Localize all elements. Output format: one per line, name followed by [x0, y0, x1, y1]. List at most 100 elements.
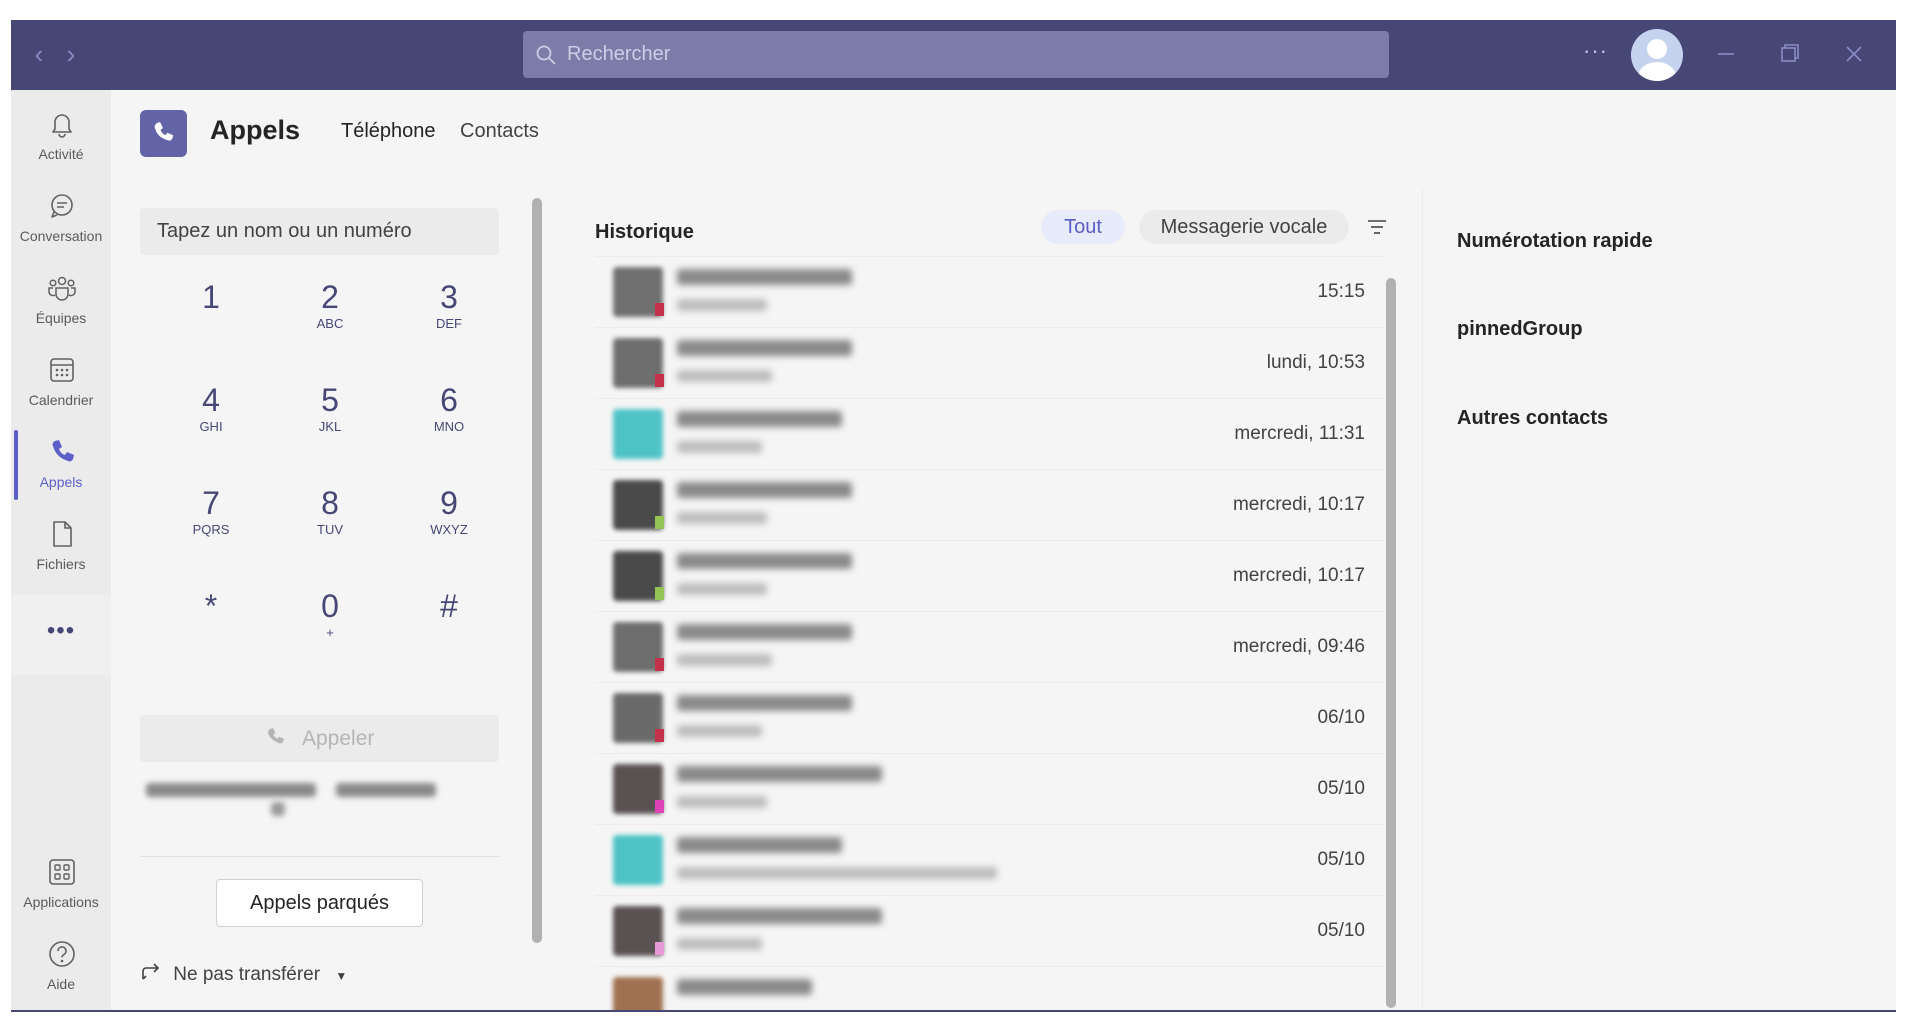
history-row[interactable]: 05/10	[595, 753, 1385, 824]
dial-input[interactable]: Tapez un nom ou un numéro	[140, 208, 499, 255]
rail-label: Conversation	[19, 228, 103, 244]
dial-key-8[interactable]: 8 TUV	[280, 484, 380, 564]
teams-icon	[48, 276, 76, 301]
filter-icon[interactable]	[1366, 216, 1388, 238]
filter-voicemail-pill[interactable]: Messagerie vocale	[1139, 210, 1349, 244]
rail-label: Calendrier	[28, 392, 94, 408]
history-row[interactable]: 05/10	[595, 824, 1385, 895]
tab-telephone[interactable]: Téléphone	[341, 120, 436, 143]
filter-all-pill[interactable]: Tout	[1041, 210, 1125, 244]
rail-item-applications[interactable]: Applications	[11, 846, 111, 926]
dial-key-2[interactable]: 2 ABC	[280, 278, 380, 358]
key-letters: GHI	[199, 419, 223, 434]
dial-key-5[interactable]: 5 JKL	[280, 381, 380, 461]
teams-window: ‹ › Rechercher ··· Activité Conversation…	[11, 20, 1896, 1012]
contact-name-redacted	[677, 695, 852, 711]
key-digit: 8	[321, 485, 339, 521]
call-time: 05/10	[1317, 920, 1365, 941]
history-row[interactable]: mercredi, 10:17	[595, 540, 1385, 611]
rail-item-activite[interactable]: Activité	[11, 98, 111, 178]
rail-item-equipes[interactable]: Équipes	[11, 262, 111, 342]
rail-label: Appels	[39, 474, 83, 490]
rail-item-aide[interactable]: Aide	[11, 928, 111, 1008]
history-row[interactable]: mercredi, 09:46	[595, 611, 1385, 682]
other-contacts-heading[interactable]: Autres contacts	[1457, 407, 1608, 430]
parked-calls-button[interactable]: Appels parqués	[216, 879, 423, 927]
key-digit: 4	[202, 382, 220, 418]
contact-detail-redacted	[677, 867, 997, 879]
dial-key-6[interactable]: 6 MNO	[399, 381, 499, 461]
contact-detail-redacted	[677, 299, 767, 311]
contact-detail-redacted	[677, 370, 772, 382]
title-bar: ‹ › Rechercher ···	[11, 20, 1896, 90]
calls-app-icon	[140, 110, 187, 157]
call-time: 15:15	[1317, 281, 1365, 302]
history-row[interactable]: 06/10	[595, 682, 1385, 753]
back-icon[interactable]: ‹	[27, 41, 51, 67]
dial-key-3[interactable]: 3 DEF	[399, 278, 499, 358]
divider	[140, 856, 499, 857]
dial-key-0[interactable]: 0 +	[280, 587, 380, 667]
close-icon[interactable]	[1839, 39, 1869, 69]
dialpad-scrollbar[interactable]	[532, 198, 542, 943]
avatar[interactable]	[1631, 29, 1683, 81]
history-row[interactable]: mercredi, 11:31	[595, 398, 1385, 469]
history-row[interactable]: mercredi, 10:17	[595, 469, 1385, 540]
contact-name-redacted	[677, 837, 842, 853]
call-button-label: Appeler	[302, 727, 375, 750]
rail-more-apps[interactable]: •••	[11, 595, 111, 675]
history-panel: Historique Tout Messagerie vocale 15:15 …	[566, 188, 1421, 1010]
forward-icon	[142, 963, 160, 980]
forward-label: Ne pas transférer	[173, 964, 321, 985]
dial-key-9[interactable]: 9 WXYZ	[399, 484, 499, 564]
status-indicator	[655, 374, 664, 387]
contact-name-redacted	[677, 766, 882, 782]
call-time: mercredi, 09:46	[1232, 636, 1365, 657]
dial-key-7[interactable]: 7 PQRS	[161, 484, 261, 564]
redacted-number	[336, 783, 436, 797]
chat-icon	[51, 194, 73, 218]
call-time: 06/10	[1317, 707, 1365, 728]
history-row[interactable]: 15:15	[595, 256, 1385, 327]
call-forward-selector[interactable]: Ne pas transférer ▼	[140, 963, 347, 986]
history-row[interactable]: 05/10	[595, 895, 1385, 966]
contact-name-redacted	[677, 553, 852, 569]
call-button[interactable]: Appeler	[140, 715, 499, 762]
dial-key-4[interactable]: 4 GHI	[161, 381, 261, 461]
key-digit: 7	[202, 485, 220, 521]
contact-detail-redacted	[677, 654, 772, 666]
call-time: lundi, 10:53	[1266, 352, 1365, 373]
contact-detail-redacted	[677, 938, 762, 950]
history-row[interactable]: lundi, 10:53	[595, 327, 1385, 398]
more-options-icon[interactable]: ···	[1583, 38, 1608, 64]
search-box[interactable]: Rechercher	[523, 31, 1389, 78]
restore-icon[interactable]	[1775, 39, 1805, 69]
dial-key-hash[interactable]: #	[399, 587, 499, 667]
rail-item-appels[interactable]: Appels	[11, 426, 111, 506]
dialpad-panel: Tapez un nom ou un numéro 1 2 ABC 3 DEF …	[111, 188, 542, 1010]
key-letters: TUV	[317, 522, 343, 537]
rail-item-fichiers[interactable]: Fichiers	[11, 508, 111, 588]
history-scrollbar[interactable]	[1386, 278, 1396, 1008]
key-letters: ABC	[316, 316, 344, 331]
rail-label: Aide	[46, 976, 76, 992]
key-letters: DEF	[436, 316, 462, 331]
key-letters: MNO	[433, 419, 465, 434]
contact-name-redacted	[677, 411, 842, 427]
contact-name-redacted	[677, 624, 852, 640]
contact-avatar	[613, 835, 663, 885]
key-digit: #	[440, 588, 458, 624]
phone-icon	[154, 122, 174, 141]
forward-icon[interactable]: ›	[59, 41, 83, 67]
dial-key-1[interactable]: 1	[161, 278, 261, 358]
rail-item-calendrier[interactable]: Calendrier	[11, 344, 111, 424]
pinned-group-heading[interactable]: pinnedGroup	[1457, 318, 1583, 341]
redacted-number	[146, 783, 316, 797]
tab-contacts[interactable]: Contacts	[460, 120, 539, 143]
dial-key-star[interactable]: *	[161, 587, 261, 667]
rail-item-conversation[interactable]: Conversation	[11, 180, 111, 260]
contact-name-redacted	[677, 340, 852, 356]
minimize-icon[interactable]	[1711, 39, 1741, 69]
history-row[interactable]	[595, 966, 1385, 1010]
status-indicator	[655, 658, 664, 671]
